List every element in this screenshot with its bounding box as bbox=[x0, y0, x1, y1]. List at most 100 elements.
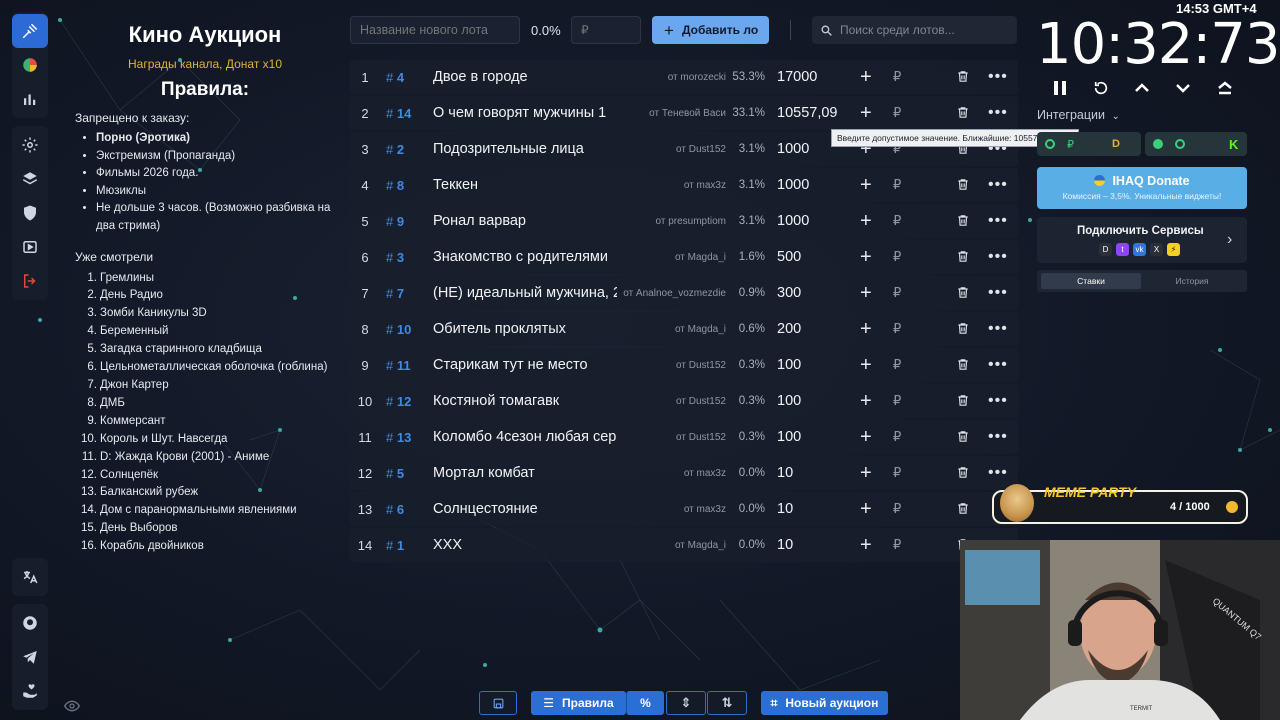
delete-lot-button[interactable] bbox=[956, 285, 972, 301]
lot-name[interactable]: Старикам тут не место bbox=[433, 357, 588, 373]
lot-name[interactable]: Подозрительные лица bbox=[433, 141, 584, 157]
lot-name[interactable]: О чем говорят мужчины 1 bbox=[433, 105, 606, 121]
delete-lot-button[interactable] bbox=[956, 357, 972, 373]
lot-amount[interactable]: 1000 bbox=[777, 141, 809, 157]
lot-amount[interactable]: 100 bbox=[777, 429, 801, 445]
ruble-bid-button[interactable]: ₽ bbox=[893, 501, 901, 517]
delete-lot-button[interactable] bbox=[956, 429, 972, 445]
delete-lot-button[interactable] bbox=[956, 321, 972, 337]
ruble-bid-button[interactable]: ₽ bbox=[893, 285, 901, 301]
donate-hand-icon[interactable] bbox=[12, 674, 48, 708]
add-bid-button[interactable]: + bbox=[860, 463, 872, 483]
lot-amount[interactable]: 1000 bbox=[777, 177, 809, 193]
more-options-icon[interactable]: ••• bbox=[988, 321, 1008, 337]
ruble-bid-button[interactable]: ₽ bbox=[893, 105, 901, 121]
connect-services-button[interactable]: Подключить Сервисы D t vk X ⚡ › bbox=[1037, 217, 1247, 263]
more-options-icon[interactable]: ••• bbox=[988, 213, 1008, 229]
add-bid-button[interactable]: + bbox=[860, 499, 872, 519]
wheel-icon[interactable] bbox=[12, 48, 48, 82]
sort-button[interactable]: ⇅ bbox=[707, 691, 747, 715]
auction-icon[interactable] bbox=[12, 14, 48, 48]
lot-amount[interactable]: 10 bbox=[777, 501, 793, 517]
lot-name[interactable]: Двое в городе bbox=[433, 69, 528, 85]
lot-amount[interactable]: 100 bbox=[777, 357, 801, 373]
ruble-bid-button[interactable]: ₽ bbox=[893, 213, 901, 229]
delete-lot-button[interactable] bbox=[956, 249, 972, 265]
translate-icon[interactable] bbox=[12, 560, 48, 594]
lot-amount[interactable]: 10 bbox=[777, 537, 793, 553]
more-options-icon[interactable]: ••• bbox=[988, 249, 1008, 265]
add-bid-button[interactable]: + bbox=[860, 283, 872, 303]
new-auction-button[interactable]: ⌗ Новый аукцион bbox=[761, 691, 888, 715]
reset-timer-button[interactable] bbox=[1090, 78, 1112, 98]
more-options-icon[interactable]: ••• bbox=[988, 393, 1008, 409]
delete-lot-button[interactable] bbox=[956, 465, 972, 481]
lot-amount[interactable]: 500 bbox=[777, 249, 801, 265]
lot-amount[interactable]: 10 bbox=[777, 465, 793, 481]
integration-group-1[interactable]: ₽ D bbox=[1037, 132, 1141, 156]
new-lot-amount-input[interactable] bbox=[571, 16, 641, 44]
ihaq-donate-banner[interactable]: IHAQ Donate Комиссия – 3,5%. Уникальные … bbox=[1037, 167, 1247, 209]
rules-button[interactable]: ☰ Правила bbox=[531, 691, 626, 715]
lot-name[interactable]: Костяной томагавк bbox=[433, 393, 559, 409]
delete-lot-button[interactable] bbox=[956, 177, 972, 193]
more-options-icon[interactable]: ••• bbox=[988, 465, 1008, 481]
delete-lot-button[interactable] bbox=[956, 501, 972, 517]
delete-lot-button[interactable] bbox=[956, 393, 972, 409]
pause-button[interactable] bbox=[1049, 78, 1071, 98]
stats-icon[interactable] bbox=[12, 82, 48, 116]
lot-amount[interactable]: 100 bbox=[777, 393, 801, 409]
lot-search-input[interactable]: Поиск среди лотов... bbox=[812, 16, 1017, 44]
tab-bets[interactable]: Ставки bbox=[1041, 273, 1141, 289]
lot-name[interactable]: Знакомство с родителями bbox=[433, 249, 608, 265]
more-options-icon[interactable]: ••• bbox=[988, 105, 1008, 121]
lot-amount[interactable]: 10557,09 bbox=[777, 105, 837, 121]
add-bid-button[interactable]: + bbox=[860, 247, 872, 267]
more-options-icon[interactable]: ••• bbox=[988, 69, 1008, 85]
save-button[interactable] bbox=[479, 691, 517, 715]
lot-amount[interactable]: 17000 bbox=[777, 69, 817, 85]
add-lot-button[interactable]: + Добавить ло bbox=[652, 16, 769, 44]
github-icon[interactable] bbox=[12, 606, 48, 640]
shield-icon[interactable] bbox=[12, 196, 48, 230]
lot-name[interactable]: (НЕ) идеальный мужчина, 2 bbox=[433, 285, 617, 301]
add-bid-button[interactable]: + bbox=[860, 535, 872, 555]
time-up-button[interactable] bbox=[1131, 78, 1153, 98]
more-options-icon[interactable]: ••• bbox=[988, 357, 1008, 373]
compact-toggle-button[interactable]: ⇕ bbox=[666, 691, 706, 715]
add-bid-button[interactable]: + bbox=[860, 67, 872, 87]
lot-name[interactable]: Мортал комбат bbox=[433, 465, 535, 481]
percent-toggle-button[interactable]: % bbox=[626, 691, 664, 715]
gear-icon[interactable] bbox=[12, 128, 48, 162]
add-bid-button[interactable]: + bbox=[860, 211, 872, 231]
add-bid-button[interactable]: + bbox=[860, 175, 872, 195]
lot-amount[interactable]: 1000 bbox=[777, 213, 809, 229]
ruble-bid-button[interactable]: ₽ bbox=[893, 537, 901, 553]
tab-history[interactable]: История bbox=[1142, 273, 1242, 289]
ruble-bid-button[interactable]: ₽ bbox=[893, 69, 901, 85]
delete-lot-button[interactable] bbox=[956, 69, 972, 85]
telegram-icon[interactable] bbox=[12, 640, 48, 674]
delete-lot-button[interactable] bbox=[956, 213, 972, 229]
layers-icon[interactable] bbox=[12, 162, 48, 196]
ruble-bid-button[interactable]: ₽ bbox=[893, 429, 901, 445]
time-double-up-button[interactable] bbox=[1214, 78, 1236, 98]
eye-icon[interactable] bbox=[63, 699, 81, 712]
lot-name[interactable]: Ронал варвар bbox=[433, 213, 526, 229]
new-lot-name-input[interactable] bbox=[350, 16, 520, 44]
ruble-bid-button[interactable]: ₽ bbox=[893, 249, 901, 265]
integrations-dropdown[interactable]: Интеграции ⌄ bbox=[1037, 108, 1120, 122]
integration-group-2[interactable]: K bbox=[1145, 132, 1247, 156]
lot-name[interactable]: Обитель проклятых bbox=[433, 321, 566, 337]
lot-name[interactable]: Теккен bbox=[433, 177, 478, 193]
more-options-icon[interactable]: ••• bbox=[988, 285, 1008, 301]
ruble-bid-button[interactable]: ₽ bbox=[893, 393, 901, 409]
ruble-bid-button[interactable]: ₽ bbox=[893, 357, 901, 373]
lot-name[interactable]: XXX bbox=[433, 537, 462, 553]
lot-amount[interactable]: 200 bbox=[777, 321, 801, 337]
ruble-bid-button[interactable]: ₽ bbox=[893, 177, 901, 193]
add-bid-button[interactable]: + bbox=[860, 355, 872, 375]
add-bid-button[interactable]: + bbox=[860, 427, 872, 447]
logout-icon[interactable] bbox=[12, 264, 48, 298]
add-bid-button[interactable]: + bbox=[860, 103, 872, 123]
